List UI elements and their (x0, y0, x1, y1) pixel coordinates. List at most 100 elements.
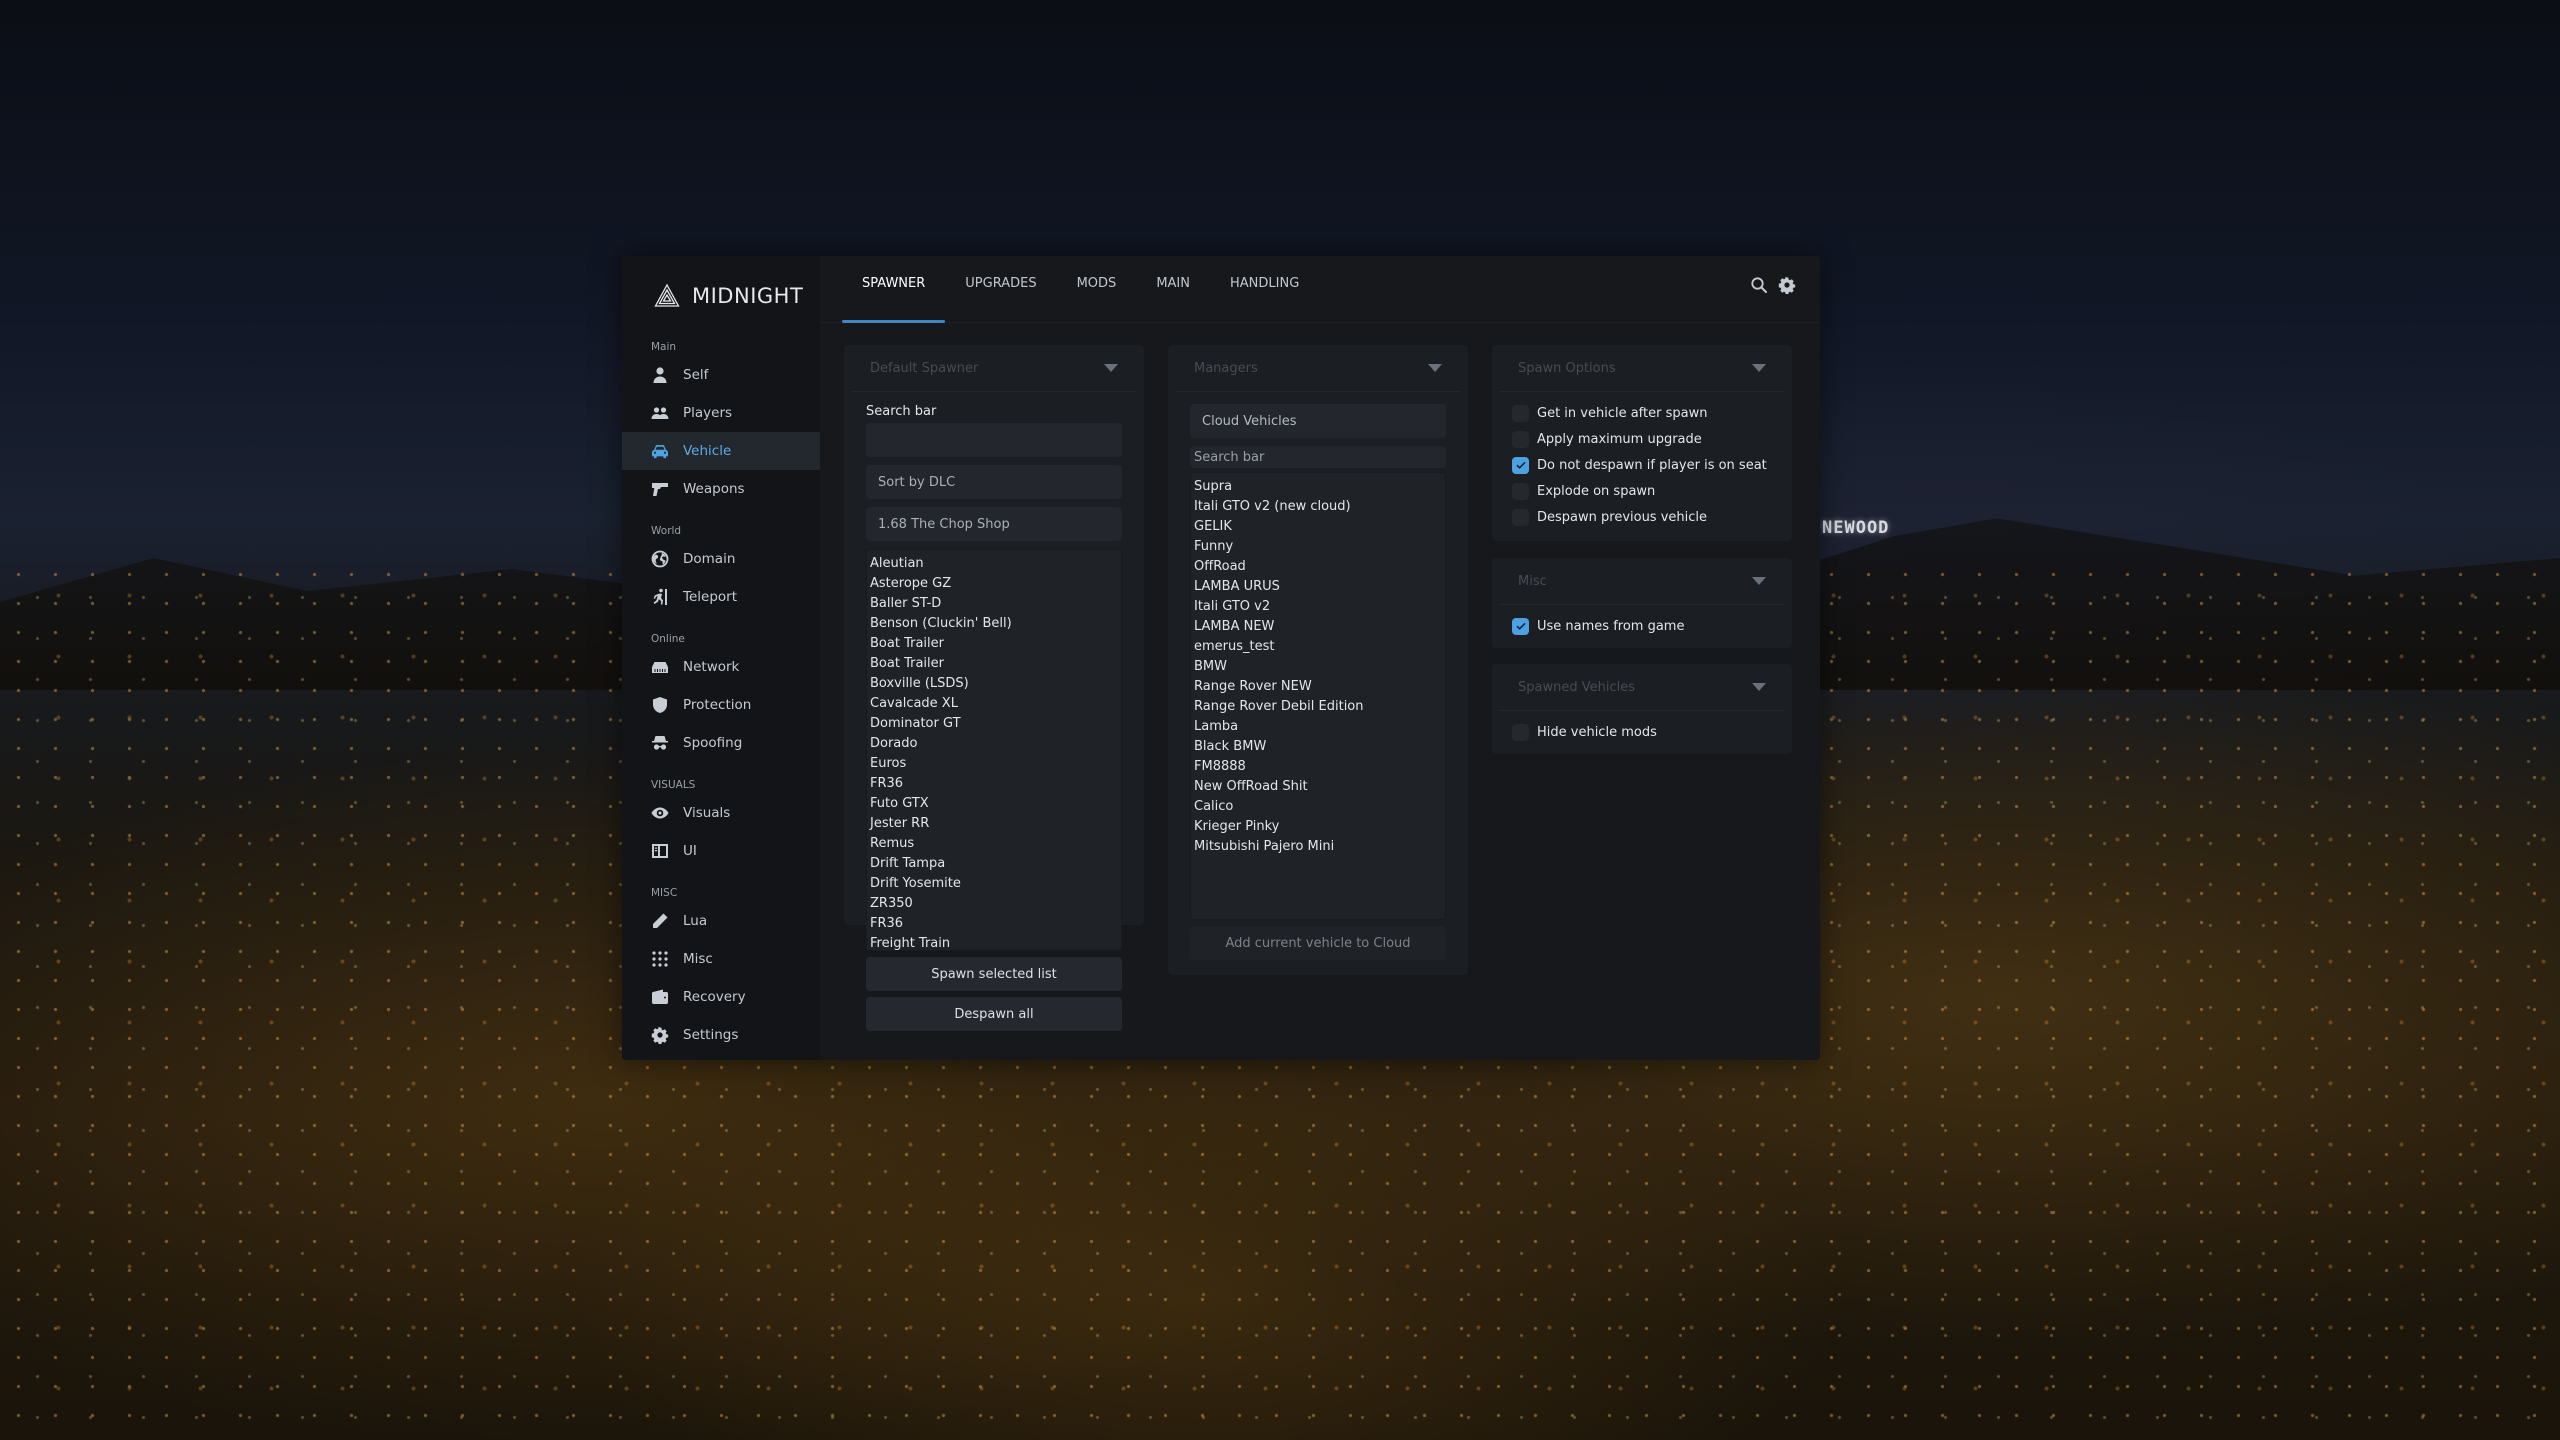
list-item[interactable]: Funny (1194, 537, 1442, 557)
midnight-logo-icon (654, 283, 680, 307)
checkbox-row[interactable]: Do not despawn if player is on seat (1492, 452, 1792, 478)
list-item[interactable]: ZR350 (870, 894, 1118, 914)
vehicle-search-input[interactable] (866, 423, 1122, 457)
list-item[interactable]: Lamba (1194, 717, 1442, 737)
sidebar-item-vehicle[interactable]: Vehicle (622, 432, 820, 470)
list-item[interactable]: Remus (870, 834, 1118, 854)
list-item[interactable]: Cavalcade XL (870, 694, 1118, 714)
list-item[interactable]: OffRoad (1194, 557, 1442, 577)
sort-select[interactable]: Sort by DLC (866, 465, 1122, 499)
search-bar-label: Search bar (866, 404, 937, 419)
checkbox-row[interactable]: Apply maximum upgrade (1492, 426, 1792, 452)
list-item[interactable]: Asterope GZ (870, 574, 1118, 594)
gear-icon[interactable] (1778, 276, 1796, 294)
default-spawner-header[interactable]: Default Spawner (852, 345, 1136, 392)
managers-header[interactable]: Managers (1176, 345, 1460, 392)
checkbox-checked[interactable] (1512, 617, 1529, 635)
sidebar-item-visuals[interactable]: Visuals (622, 794, 820, 832)
sidebar-item-settings[interactable]: Settings (622, 1016, 820, 1054)
spawned-vehicles-header[interactable]: Spawned Vehicles (1500, 664, 1784, 711)
sidebar-item-domain[interactable]: Domain (622, 540, 820, 578)
list-item[interactable]: Boat Trailer (870, 634, 1118, 654)
cloud-vehicle-list[interactable]: Supra Itali GTO v2 (new cloud) GELIK Funny O… (1190, 472, 1446, 920)
sidebar-section-title: MISC (651, 887, 678, 899)
sidebar-item-ui[interactable]: UI (622, 832, 820, 870)
checkbox-checked[interactable] (1512, 456, 1529, 474)
checkbox-row[interactable]: Despawn previous vehicle (1492, 504, 1792, 530)
checkbox-row[interactable]: Use names from game (1492, 613, 1792, 639)
checkbox-unchecked[interactable] (1512, 482, 1529, 500)
list-item[interactable]: Calico (1194, 797, 1442, 817)
list-item[interactable]: FR36 (870, 914, 1118, 934)
sidebar-item-teleport[interactable]: Teleport (622, 578, 820, 616)
collapse-caret-icon[interactable] (1104, 364, 1118, 372)
cloud-category-select[interactable]: Cloud Vehicles (1190, 404, 1446, 438)
spawn-options-header[interactable]: Spawn Options (1500, 345, 1784, 392)
list-item[interactable]: Supra (1194, 477, 1442, 497)
brand-name: MIDNIGHT (692, 284, 804, 308)
sidebar-item-players[interactable]: Players (622, 394, 820, 432)
managers-search-input[interactable]: Search bar (1190, 446, 1446, 468)
collapse-caret-icon[interactable] (1752, 364, 1766, 372)
list-item[interactable]: Drift Tampa (870, 854, 1118, 874)
checkbox-row[interactable]: Get in vehicle after spawn (1492, 400, 1792, 426)
list-item[interactable]: Benson (Cluckin' Bell) (870, 614, 1118, 634)
checkbox-unchecked[interactable] (1512, 508, 1529, 526)
list-item[interactable]: Krieger Pinky (1194, 817, 1442, 837)
vehicle-list[interactable]: Aleutian Asterope GZ Baller ST-D Benson (Cl… (866, 549, 1122, 951)
collapse-caret-icon[interactable] (1752, 683, 1766, 691)
list-item[interactable]: FM8888 (1194, 757, 1442, 777)
list-item[interactable]: Euros (870, 754, 1118, 774)
sidebar-item-lua[interactable]: Lua (622, 902, 820, 940)
list-item[interactable]: LAMBA NEW (1194, 617, 1442, 637)
tab-mods[interactable]: MODS (1057, 256, 1137, 322)
despawn-all-button[interactable]: Despawn all (866, 997, 1122, 1031)
sidebar-item-weapons[interactable]: Weapons (622, 470, 820, 508)
list-item[interactable]: Baller ST-D (870, 594, 1118, 614)
list-item[interactable]: Black BMW (1194, 737, 1442, 757)
list-item[interactable]: Drift Yosemite (870, 874, 1118, 894)
sidebar-item-self[interactable]: Self (622, 356, 820, 394)
list-item[interactable]: FR36 (870, 774, 1118, 794)
list-item[interactable]: Mitsubishi Pajero Mini (1194, 837, 1442, 857)
list-item[interactable]: Freight Train (870, 934, 1118, 950)
checkbox-unchecked[interactable] (1512, 723, 1529, 741)
sidebar-item-network[interactable]: Network (622, 648, 820, 686)
sidebar-item-misc[interactable]: Misc (622, 940, 820, 978)
sidebar-item-protection[interactable]: Protection (622, 686, 820, 724)
list-item[interactable]: Boat Trailer (870, 654, 1118, 674)
sidebar-item-recovery[interactable]: Recovery (622, 978, 820, 1016)
dlc-select[interactable]: 1.68 The Chop Shop (866, 507, 1122, 541)
tab-main[interactable]: MAIN (1136, 256, 1210, 322)
checkbox-row[interactable]: Explode on spawn (1492, 478, 1792, 504)
list-item[interactable]: Itali GTO v2 (new cloud) (1194, 497, 1442, 517)
sidebar-item-spoofing[interactable]: Spoofing (622, 724, 820, 762)
list-item[interactable]: Aleutian (870, 554, 1118, 574)
list-item[interactable]: GELIK (1194, 517, 1442, 537)
list-item[interactable]: Dominator GT (870, 714, 1118, 734)
list-item[interactable]: Jester RR (870, 814, 1118, 834)
list-item[interactable]: Boxville (LSDS) (870, 674, 1118, 694)
collapse-caret-icon[interactable] (1752, 577, 1766, 585)
collapse-caret-icon[interactable] (1428, 364, 1442, 372)
checkbox-unchecked[interactable] (1512, 404, 1529, 422)
misc-header[interactable]: Misc (1500, 558, 1784, 605)
list-item[interactable]: Dorado (870, 734, 1118, 754)
sidebar-item-label: UI (683, 843, 697, 859)
list-item[interactable]: LAMBA URUS (1194, 577, 1442, 597)
spawn-selected-button[interactable]: Spawn selected list (866, 957, 1122, 991)
list-item[interactable]: Range Rover Debil Edition (1194, 697, 1442, 717)
add-to-cloud-button[interactable]: Add current vehicle to Cloud (1190, 926, 1446, 960)
list-item[interactable]: emerus_test (1194, 637, 1442, 657)
list-item[interactable]: New OffRoad Shit (1194, 777, 1442, 797)
tab-upgrades[interactable]: UPGRADES (945, 256, 1056, 322)
list-item[interactable]: Range Rover NEW (1194, 677, 1442, 697)
checkbox-unchecked[interactable] (1512, 430, 1529, 448)
checkbox-row[interactable]: Hide vehicle mods (1492, 719, 1792, 745)
list-item[interactable]: BMW (1194, 657, 1442, 677)
search-icon[interactable] (1750, 276, 1768, 294)
tab-spawner[interactable]: SPAWNER (842, 256, 946, 323)
tab-handling[interactable]: HANDLING (1210, 256, 1319, 322)
list-item[interactable]: Futo GTX (870, 794, 1118, 814)
list-item[interactable]: Itali GTO v2 (1194, 597, 1442, 617)
